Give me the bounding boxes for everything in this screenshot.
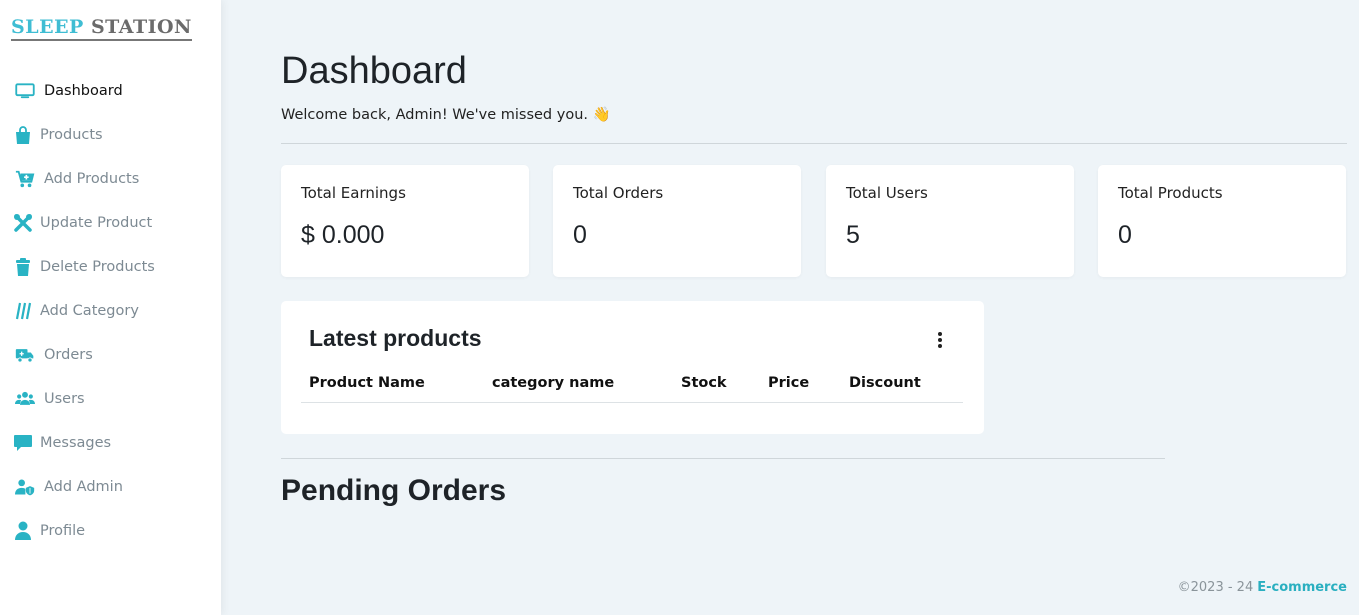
footer: ©2023 - 24 E-commerce bbox=[1178, 580, 1347, 595]
stat-card-users: Total Users 5 bbox=[826, 165, 1074, 277]
message-icon bbox=[12, 433, 34, 453]
sidebar-item-label: Delete Products bbox=[40, 259, 155, 275]
copyright-text: ©2023 - 24 bbox=[1177, 580, 1254, 595]
stat-label: Total Earnings bbox=[301, 184, 406, 202]
truck-icon bbox=[12, 345, 38, 365]
stat-label: Total Orders bbox=[573, 184, 664, 202]
sidebar-nav: Dashboard Products Add Products Update P… bbox=[0, 69, 221, 553]
sidebar-item-label: Products bbox=[40, 127, 103, 143]
stat-value: 0 bbox=[1118, 221, 1132, 249]
table-header: Product Name category name Stock Price D… bbox=[301, 373, 963, 403]
sidebar-item-label: Users bbox=[44, 391, 85, 407]
trash-icon bbox=[12, 257, 34, 277]
sidebar-item-update-product[interactable]: Update Product bbox=[0, 201, 221, 245]
latest-products-card: Latest products Product Name category na… bbox=[281, 301, 984, 434]
stat-value: 0 bbox=[573, 221, 587, 249]
sidebar-item-messages[interactable]: Messages bbox=[0, 421, 221, 465]
column-header: Price bbox=[768, 375, 810, 391]
stat-value: $ 0.000 bbox=[301, 221, 385, 249]
column-header: Stock bbox=[681, 375, 727, 391]
stat-value: 5 bbox=[846, 221, 860, 249]
tools-icon bbox=[12, 213, 34, 233]
brand-part-2: STATION bbox=[90, 16, 192, 38]
column-header: category name bbox=[492, 375, 615, 391]
sidebar-item-orders[interactable]: Orders bbox=[0, 333, 221, 377]
monitor-icon bbox=[12, 81, 38, 101]
column-header: Discount bbox=[849, 375, 921, 391]
sidebar-item-label: Add Admin bbox=[44, 479, 123, 495]
brand-logo[interactable]: SLEEP STATION bbox=[11, 16, 192, 41]
card-title: Latest products bbox=[309, 325, 482, 351]
stat-card-products: Total Products 0 bbox=[1098, 165, 1346, 277]
welcome-message: Welcome back, Admin! We've missed you. 👋 bbox=[281, 107, 611, 123]
shopping-bag-icon bbox=[12, 125, 34, 145]
stat-card-earnings: Total Earnings $ 0.000 bbox=[281, 165, 529, 277]
category-lines-icon bbox=[12, 301, 34, 321]
sidebar-item-label: Messages bbox=[40, 435, 112, 451]
column-header: Product Name bbox=[309, 375, 425, 391]
stat-label: Total Users bbox=[846, 184, 928, 202]
sidebar-item-label: Add Category bbox=[40, 303, 139, 319]
sidebar-item-delete-products[interactable]: Delete Products bbox=[0, 245, 221, 289]
sidebar-item-users[interactable]: Users bbox=[0, 377, 221, 421]
divider bbox=[281, 458, 1165, 459]
sidebar-item-products[interactable]: Products bbox=[0, 113, 221, 157]
sidebar-item-add-products[interactable]: Add Products bbox=[0, 157, 221, 201]
user-shield-icon bbox=[12, 477, 38, 497]
sidebar-item-profile[interactable]: Profile bbox=[0, 509, 221, 553]
users-icon bbox=[12, 389, 38, 409]
sidebar: SLEEP STATION Dashboard Products Add Pro… bbox=[0, 0, 221, 615]
sidebar-item-add-admin[interactable]: Add Admin bbox=[0, 465, 221, 509]
more-options-icon[interactable] bbox=[935, 332, 945, 348]
divider bbox=[281, 143, 1347, 144]
sidebar-item-label: Add Products bbox=[44, 171, 140, 187]
stat-card-orders: Total Orders 0 bbox=[553, 165, 801, 277]
page-title: Dashboard bbox=[281, 50, 467, 92]
sidebar-item-label: Orders bbox=[44, 347, 93, 363]
sidebar-item-dashboard[interactable]: Dashboard bbox=[0, 69, 221, 113]
sidebar-item-label: Update Product bbox=[40, 215, 153, 231]
sidebar-item-add-category[interactable]: Add Category bbox=[0, 289, 221, 333]
cart-plus-icon bbox=[12, 169, 38, 189]
stat-label: Total Products bbox=[1118, 184, 1223, 202]
sidebar-item-label: Profile bbox=[40, 523, 86, 539]
user-icon bbox=[12, 521, 34, 541]
brand-part-1: SLEEP bbox=[11, 16, 91, 38]
footer-link[interactable]: E-commerce bbox=[1257, 580, 1347, 595]
sidebar-item-label: Dashboard bbox=[44, 83, 123, 99]
section-title-pending-orders: Pending Orders bbox=[281, 474, 507, 507]
